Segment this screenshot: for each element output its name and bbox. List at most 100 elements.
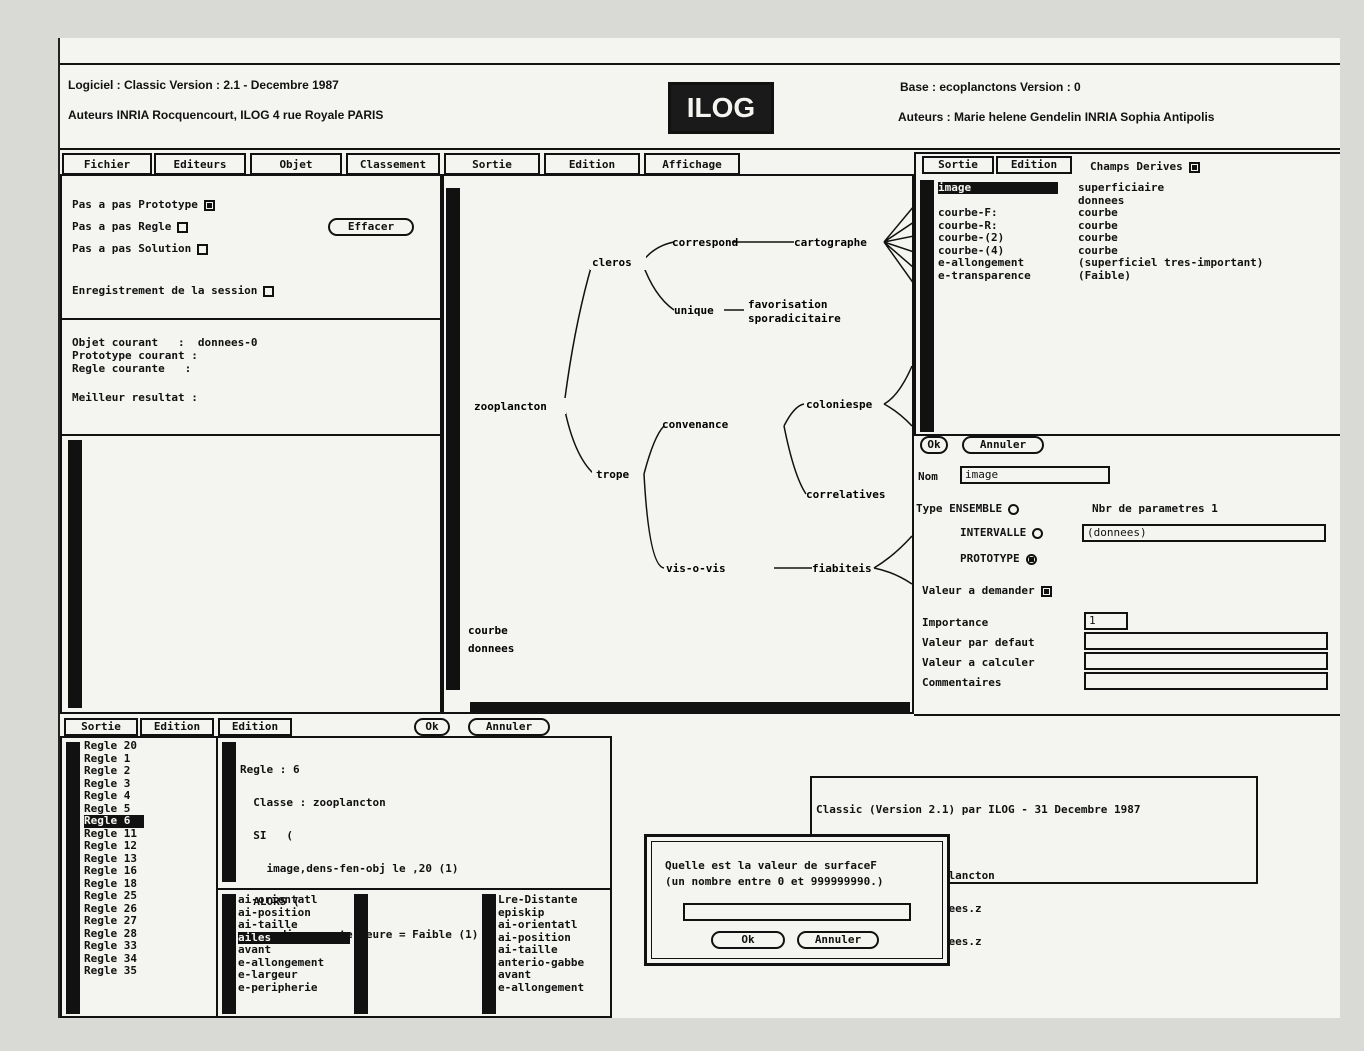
tree-node-cleros[interactable]: cleros <box>592 256 632 269</box>
champs-derives-label: Champs Derives <box>1090 160 1183 173</box>
tree-node-vis-o-vis[interactable]: vis-o-vis <box>666 562 726 575</box>
ilog-logo: ILOG <box>668 82 774 134</box>
tab-sortie[interactable]: Sortie <box>444 153 540 175</box>
list-item[interactable]: e-peripherie <box>238 981 350 995</box>
tab-objet[interactable]: Objet <box>250 153 342 175</box>
dialog-annuler-button[interactable]: Annuler <box>797 931 879 949</box>
list-item[interactable]: Regle 35 <box>84 965 218 978</box>
divider <box>62 318 440 320</box>
tree-node-root[interactable]: zooplancton <box>474 400 547 413</box>
list-item[interactable]: avant <box>498 969 610 982</box>
tree-node-sporadicitaire[interactable]: sporadicitaire <box>748 312 841 325</box>
tab-rules-sortie[interactable]: Sortie <box>64 718 138 736</box>
rules-scrollbar[interactable] <box>66 742 80 1014</box>
header-base: Base : ecoplanctons Version : 0 <box>900 80 1081 94</box>
editor-line: SI ( <box>240 829 293 842</box>
tree-node-favorisation[interactable]: favorisation <box>748 298 827 311</box>
intervalle-field[interactable]: (donnees) <box>1082 524 1326 542</box>
option-solution-label: Pas a pas Solution <box>72 242 192 255</box>
tree-panel: zooplancton cleros trope correspond uniq… <box>442 174 914 714</box>
commentaires-label: Commentaires <box>922 676 1002 689</box>
tab-classement[interactable]: Classement <box>346 153 440 175</box>
tab-right-edition[interactable]: Edition <box>996 156 1072 174</box>
attrs-a-right-scrollbar[interactable] <box>354 894 368 1014</box>
option-solution: Pas a pas Solution <box>72 242 209 255</box>
nbr-parametres-label: Nbr de parametres 1 <box>1092 502 1218 515</box>
tree-node-unique[interactable]: unique <box>674 304 714 317</box>
importance-field[interactable]: 1 <box>1084 612 1128 630</box>
control-panel: Pas a pas Prototype Pas a pas Regle Pas … <box>60 174 442 714</box>
status-objet-value: donnees-0 <box>197 336 258 349</box>
tree-node-correspond[interactable]: correspond <box>672 236 738 249</box>
dialog-input[interactable] <box>683 903 911 921</box>
dialog-ok-button[interactable]: Ok <box>711 931 785 949</box>
type-ensemble-radio[interactable] <box>1008 503 1020 515</box>
tab-affichage[interactable]: Affichage <box>644 153 740 175</box>
divider <box>218 888 610 890</box>
list-item[interactable]: Regle 12 <box>84 840 218 853</box>
list-item[interactable]: Regle 33 <box>84 940 218 953</box>
rules-annuler-button[interactable]: Annuler <box>468 718 550 736</box>
tab-fichier[interactable]: Fichier <box>62 153 152 175</box>
dialog-question: Quelle est la valeur de surfaceF <box>665 859 877 872</box>
list-item[interactable]: e-allongement <box>498 981 610 995</box>
header-auteurs-right: Auteurs : Marie helene Gendelin INRIA So… <box>898 110 1215 124</box>
effacer-button[interactable]: Effacer <box>328 218 414 236</box>
tab-right-sortie[interactable]: Sortie <box>922 156 994 174</box>
tree-node-convenance[interactable]: convenance <box>662 418 729 431</box>
list-item[interactable]: Regle 4 <box>84 790 218 803</box>
header-top-rule <box>60 63 1340 65</box>
list-item[interactable]: Regle 16 <box>84 865 218 878</box>
tab-editeurs[interactable]: Editeurs <box>154 153 246 175</box>
intervalle-radio[interactable] <box>1032 527 1044 539</box>
list-item[interactable]: e-transparence (Faible) <box>938 269 1263 283</box>
rules-ok-button[interactable]: Ok <box>414 718 450 736</box>
form-annuler-button[interactable]: Annuler <box>962 436 1044 454</box>
tree-node-correlatives[interactable]: correlatives <box>806 488 885 501</box>
commentaires-field[interactable] <box>1084 672 1328 690</box>
list-item[interactable]: Lre-Distante <box>498 894 610 907</box>
tab-edition[interactable]: Edition <box>544 153 640 175</box>
tree-node-trope[interactable]: trope <box>596 468 629 481</box>
enregistrement-row: Enregistrement de la session <box>72 284 275 297</box>
status-prototype: Prototype courant : <box>72 349 198 362</box>
list-item[interactable]: Regle 27 <box>84 915 218 928</box>
option-solution-checkbox[interactable] <box>197 243 209 255</box>
valeur-calculer-field[interactable] <box>1084 652 1328 670</box>
nom-field[interactable]: image <box>960 466 1110 484</box>
tree-node-fiabiteis[interactable]: fiabiteis <box>812 562 872 575</box>
left-panel-scrollbar[interactable] <box>68 440 82 708</box>
tree-node-coloniespe[interactable]: coloniespe <box>806 398 873 411</box>
list-item[interactable]: Regle 20 <box>84 740 218 753</box>
tree-horizontal-scrollbar[interactable] <box>470 702 910 712</box>
option-regle-checkbox[interactable] <box>177 221 189 233</box>
enregistrement-checkbox[interactable] <box>263 285 275 297</box>
tab-editor-edition[interactable]: Edition <box>218 718 292 736</box>
list-item[interactable]: Regle 2 <box>84 765 218 778</box>
valeur-defaut-field[interactable] <box>1084 632 1328 650</box>
option-proto: Pas a pas Prototype <box>72 198 215 211</box>
champs-derives-checkbox[interactable] <box>1188 161 1200 173</box>
tab-rules-edition[interactable]: Edition <box>140 718 214 736</box>
editor-scrollbar[interactable] <box>222 742 236 882</box>
option-proto-checkbox[interactable] <box>203 199 215 211</box>
tree-label-donnees[interactable]: donnees <box>468 642 514 655</box>
status-objet-label: Objet courant <box>72 336 159 349</box>
list-item[interactable]: ai-taille <box>238 919 350 932</box>
option-regle: Pas a pas Regle <box>72 220 189 233</box>
list-item-selected[interactable]: Regle 6 <box>84 815 144 828</box>
tree-label-courbe[interactable]: courbe <box>468 624 508 637</box>
form-ok-button[interactable]: Ok <box>920 436 948 454</box>
attrs-b-scrollbar[interactable] <box>482 894 496 1014</box>
list-item[interactable]: ai-taille <box>498 944 610 957</box>
attrs-a-scrollbar[interactable] <box>222 894 236 1014</box>
valeur-demander-checkbox[interactable] <box>1040 585 1052 597</box>
list-item[interactable]: ai-orientatl <box>238 894 350 907</box>
list-item[interactable]: e-largeur <box>238 969 350 982</box>
tree-node-cartographe[interactable]: cartographe <box>794 236 867 249</box>
attributes-scrollbar[interactable] <box>920 180 934 432</box>
list-item[interactable]: ai-orientatl <box>498 919 610 932</box>
list-item[interactable]: avant <box>238 944 350 957</box>
prototype-radio[interactable] <box>1025 553 1037 565</box>
list-item[interactable]: Regle 25 <box>84 890 218 903</box>
